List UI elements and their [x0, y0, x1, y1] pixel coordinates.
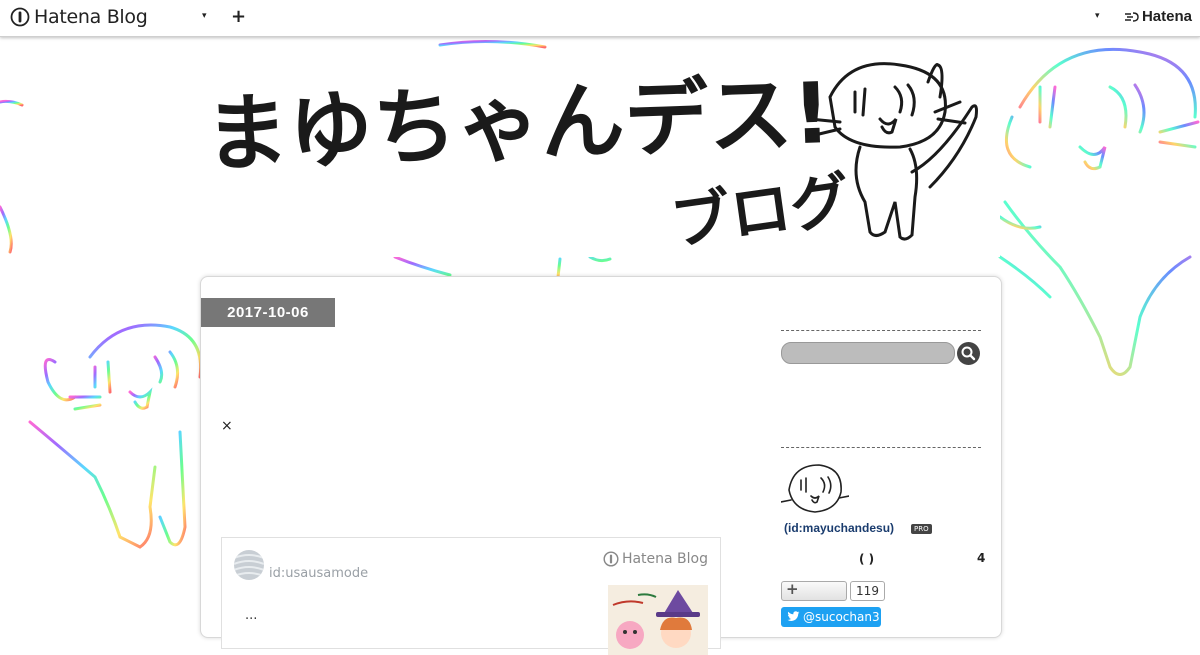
search-button[interactable] — [957, 342, 980, 365]
blog-title-main: まゆちゃんデス! — [203, 64, 832, 184]
embed-thumbnail[interactable] — [608, 585, 708, 655]
hatena-brand-text: Hatena — [1141, 8, 1192, 25]
embed-excerpt: ... — [245, 608, 258, 623]
sidebar: (id:mayuchandesu) PRO ( ) 4 + 119 @sucoc… — [751, 277, 1001, 637]
halloween-thumbnail-image — [608, 585, 708, 655]
search-input[interactable] — [781, 342, 955, 364]
plus-icon: + — [786, 580, 799, 598]
profile-image[interactable] — [781, 460, 849, 515]
blog-title-artwork: まゆちゃんデス! ブログ — [203, 62, 978, 257]
embed-avatar — [234, 550, 264, 580]
embed-brand: Hatena Blog — [603, 551, 708, 567]
blog-header[interactable]: まゆちゃんデス! ブログ — [200, 57, 1000, 257]
hatena-blog-logo[interactable]: Hatena Blog — [10, 6, 148, 28]
blog-title-sub: ブログ — [667, 165, 855, 257]
new-post-button[interactable]: + — [231, 6, 246, 27]
blog-card-embed[interactable]: id:usausamode Hatena Blog ... — [221, 537, 721, 655]
hatena-blog-logo-icon — [10, 7, 30, 27]
account-menu-caret-icon[interactable]: ▾ — [1095, 11, 1100, 21]
profile-cat-icon — [781, 464, 849, 513]
twitter-follow-button[interactable]: @sucochan3 — [781, 607, 881, 627]
stat-count: 4 — [977, 551, 986, 565]
embed-brand-text: Hatena Blog — [621, 551, 708, 567]
sidebar-divider — [781, 330, 981, 331]
sidebar-divider — [781, 447, 981, 448]
ad-close-button[interactable]: × — [221, 418, 233, 434]
global-header: Hatena Blog ▾ + ▾ Hatena — [0, 0, 1200, 37]
twitter-bird-icon — [787, 611, 800, 621]
twitter-handle: @sucochan3 — [803, 610, 880, 624]
profile-id-link[interactable]: (id:mayuchandesu) — [784, 521, 894, 535]
embed-username[interactable]: id:usausamode — [269, 566, 368, 581]
hatena-blog-icon — [603, 551, 619, 567]
profile-note: ( ) — [859, 552, 875, 566]
blog-menu-caret-icon[interactable]: ▾ — [202, 11, 207, 21]
subscribe-button[interactable]: + — [781, 580, 847, 601]
hatena-logo-icon — [1124, 11, 1139, 22]
logo-text: Hatena Blog — [34, 6, 148, 28]
avatar-pattern-icon — [234, 554, 264, 577]
main-content-card: 2017-10-06 × id:usausamode Hatena Blog .… — [200, 276, 1002, 655]
pro-badge: PRO — [911, 524, 932, 534]
hatena-link[interactable]: Hatena — [1124, 8, 1192, 25]
entry-date[interactable]: 2017-10-06 — [201, 298, 335, 327]
search-icon — [961, 346, 976, 361]
subscriber-count: 119 — [850, 581, 885, 601]
